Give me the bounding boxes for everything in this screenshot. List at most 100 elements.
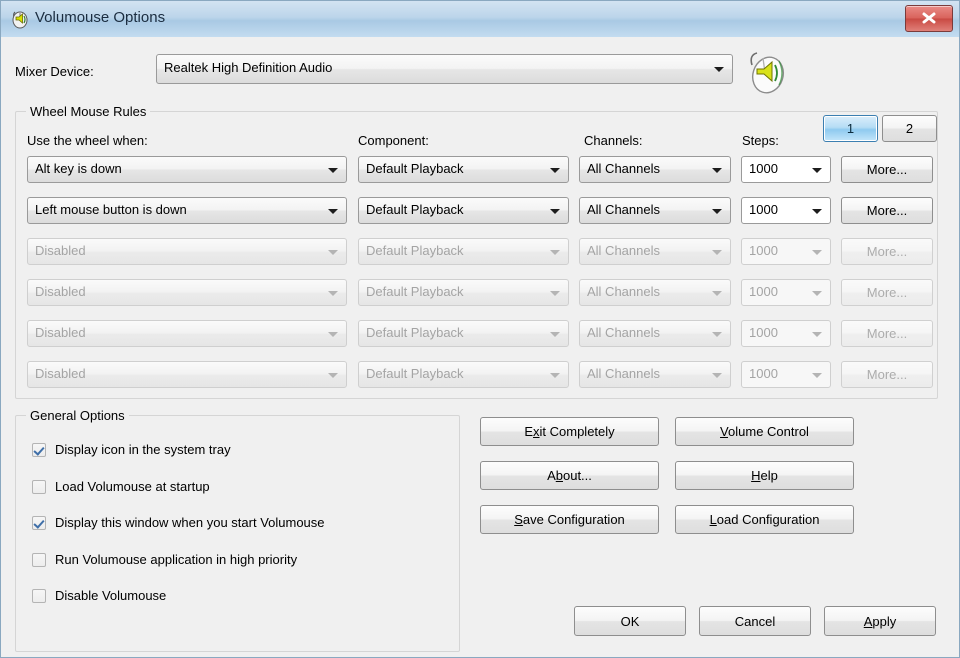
chevron-down-icon: [550, 373, 560, 378]
rule-4-more-label: More...: [867, 285, 907, 300]
exit-completely-label: Exit Completely: [524, 424, 614, 439]
rule-3-steps-combo: 1000: [741, 238, 831, 265]
chevron-down-icon: [328, 209, 338, 214]
empty-checkbox-icon[interactable]: [32, 480, 46, 494]
rule-1-trigger-combo[interactable]: Alt key is down: [27, 156, 347, 183]
rule-3-trigger-value: Disabled: [35, 243, 320, 258]
rule-3-channels-combo: All Channels: [579, 238, 731, 265]
empty-checkbox-icon[interactable]: [32, 553, 46, 567]
chevron-down-icon: [712, 250, 722, 255]
rule-6-channels-combo: All Channels: [579, 361, 731, 388]
mixer-device-label: Mixer Device:: [15, 64, 94, 79]
checkbox-display-this-window-when-you-start-volumouse[interactable]: Display this window when you start Volum…: [32, 515, 325, 530]
rule-1-channels-combo[interactable]: All Channels: [579, 156, 731, 183]
save-configuration-button[interactable]: Save Configuration: [480, 505, 659, 534]
volumouse-options-window: Volumouse Options Mixer Device: Realtek …: [0, 0, 960, 658]
rule-5-channels-combo: All Channels: [579, 320, 731, 347]
general-options-title: General Options: [26, 408, 129, 423]
rule-5-trigger-value: Disabled: [35, 325, 320, 340]
rule-4-steps-combo: 1000: [741, 279, 831, 306]
checkmark-icon[interactable]: [32, 443, 46, 457]
rule-3-more-label: More...: [867, 244, 907, 259]
rule-1-component-combo[interactable]: Default Playback: [358, 156, 569, 183]
chevron-down-icon: [812, 291, 822, 296]
rule-2-component-combo[interactable]: Default Playback: [358, 197, 569, 224]
rule-3-component-value: Default Playback: [366, 243, 542, 258]
chevron-down-icon: [812, 168, 822, 173]
checkmark-icon[interactable]: [32, 516, 46, 530]
rule-1-steps-combo[interactable]: 1000: [741, 156, 831, 183]
chevron-down-icon: [812, 373, 822, 378]
rule-2-trigger-combo[interactable]: Left mouse button is down: [27, 197, 347, 224]
rule-2-component-value: Default Playback: [366, 202, 542, 217]
column-header-component: Component:: [358, 133, 429, 148]
rule-4-channels-value: All Channels: [587, 284, 704, 299]
chevron-down-icon: [550, 250, 560, 255]
empty-checkbox-icon[interactable]: [32, 589, 46, 603]
checkbox-disable-volumouse[interactable]: Disable Volumouse: [32, 588, 166, 603]
volume-control-label: Volume Control: [720, 424, 809, 439]
checkbox-load-volumouse-at-startup[interactable]: Load Volumouse at startup: [32, 479, 210, 494]
rule-4-trigger-value: Disabled: [35, 284, 320, 299]
checkbox-label: Run Volumouse application in high priori…: [55, 552, 297, 567]
chevron-down-icon: [712, 332, 722, 337]
rule-3-channels-value: All Channels: [587, 243, 704, 258]
column-header-steps: Steps:: [742, 133, 779, 148]
chevron-down-icon: [328, 291, 338, 296]
rule-2-more-label: More...: [867, 203, 907, 218]
rule-2-channels-combo[interactable]: All Channels: [579, 197, 731, 224]
rule-5-steps-combo: 1000: [741, 320, 831, 347]
close-icon[interactable]: [905, 5, 953, 32]
checkbox-label: Display icon in the system tray: [55, 442, 231, 457]
chevron-down-icon: [812, 209, 822, 214]
ok-button[interactable]: OK: [574, 606, 686, 636]
checkbox-label: Load Volumouse at startup: [55, 479, 210, 494]
chevron-down-icon: [550, 209, 560, 214]
rule-6-component-value: Default Playback: [366, 366, 542, 381]
dialog-client-area: Mixer Device: Realtek High Definition Au…: [1, 37, 960, 657]
rule-2-steps-value: 1000: [749, 202, 804, 217]
volume-control-button[interactable]: Volume Control: [675, 417, 854, 446]
rule-6-component-combo: Default Playback: [358, 361, 569, 388]
cancel-button[interactable]: Cancel: [699, 606, 811, 636]
about-button[interactable]: About...: [480, 461, 659, 490]
chevron-down-icon: [712, 373, 722, 378]
rule-5-steps-value: 1000: [749, 325, 804, 340]
chevron-down-icon: [328, 373, 338, 378]
rule-6-trigger-combo: Disabled: [27, 361, 347, 388]
window-title: Volumouse Options: [35, 9, 165, 26]
volumouse-mouse-speaker-icon: [9, 8, 31, 30]
checkbox-display-icon-in-the-system-tray[interactable]: Display icon in the system tray: [32, 442, 231, 457]
chevron-down-icon: [714, 67, 724, 72]
rule-4-component-combo: Default Playback: [358, 279, 569, 306]
load-configuration-button[interactable]: Load Configuration: [675, 505, 854, 534]
rule-2-trigger-value: Left mouse button is down: [35, 202, 320, 217]
chevron-down-icon: [712, 291, 722, 296]
apply-button[interactable]: Apply: [824, 606, 936, 636]
rule-2-steps-combo[interactable]: 1000: [741, 197, 831, 224]
chevron-down-icon: [550, 332, 560, 337]
rule-2-more-button[interactable]: More...: [841, 197, 933, 224]
load-configuration-label: Load Configuration: [710, 512, 820, 527]
checkbox-run-volumouse-application-in-high-priority[interactable]: Run Volumouse application in high priori…: [32, 552, 297, 567]
mouse-volume-icon: [739, 45, 795, 97]
rule-5-more-label: More...: [867, 326, 907, 341]
rule-6-steps-value: 1000: [749, 366, 804, 381]
chevron-down-icon: [712, 168, 722, 173]
checkbox-label: Display this window when you start Volum…: [55, 515, 325, 530]
mixer-device-combo[interactable]: Realtek High Definition Audio: [156, 54, 733, 84]
rule-4-steps-value: 1000: [749, 284, 804, 299]
column-header-trigger: Use the wheel when:: [27, 133, 148, 148]
rule-4-component-value: Default Playback: [366, 284, 542, 299]
mixer-device-value: Realtek High Definition Audio: [164, 60, 706, 75]
rule-6-steps-combo: 1000: [741, 361, 831, 388]
exit-completely-button[interactable]: Exit Completely: [480, 417, 659, 446]
rule-6-more-button: More...: [841, 361, 933, 388]
rule-6-trigger-value: Disabled: [35, 366, 320, 381]
rule-1-channels-value: All Channels: [587, 161, 704, 176]
help-label: Help: [751, 468, 778, 483]
rule-5-more-button: More...: [841, 320, 933, 347]
rule-1-more-button[interactable]: More...: [841, 156, 933, 183]
help-button[interactable]: Help: [675, 461, 854, 490]
chevron-down-icon: [550, 291, 560, 296]
